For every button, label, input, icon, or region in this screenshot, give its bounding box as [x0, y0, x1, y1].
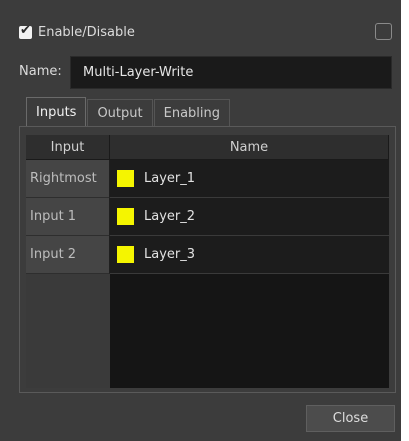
corner-toggle-box[interactable] [375, 23, 392, 40]
layer-name: Layer_1 [144, 171, 196, 186]
color-swatch[interactable] [117, 246, 134, 263]
table-row[interactable]: Rightmost Layer_1 [26, 160, 389, 198]
row-input-label: Rightmost [26, 160, 110, 198]
color-swatch[interactable] [117, 170, 134, 187]
tab-bar: Inputs Output Enabling [26, 97, 231, 126]
color-swatch[interactable] [117, 208, 134, 225]
layer-name: Layer_2 [144, 209, 196, 224]
row-name-cell[interactable]: Layer_1 [110, 160, 389, 198]
row-input-label: Input 2 [26, 236, 110, 274]
row-input-label: Input 1 [26, 198, 110, 236]
row-name-cell[interactable]: Layer_2 [110, 198, 389, 236]
layer-name: Layer_3 [144, 247, 196, 262]
inputs-table: Input Name Rightmost Layer_1 Input 1 Lay… [26, 135, 389, 388]
table-row[interactable]: Input 2 Layer_3 [26, 236, 389, 274]
column-header-name[interactable]: Name [110, 135, 389, 160]
tab-enabling[interactable]: Enabling [153, 99, 230, 126]
name-input[interactable] [70, 56, 392, 89]
row-name-cell[interactable]: Layer_3 [110, 236, 389, 274]
check-icon: ✔ [20, 22, 31, 38]
inputs-tab-content: Input Name Rightmost Layer_1 Input 1 Lay… [19, 126, 396, 393]
enable-checkbox[interactable]: ✔ [19, 23, 32, 39]
column-header-input[interactable]: Input [26, 135, 110, 160]
name-label: Name: [19, 64, 62, 79]
layer-write-panel: ✔ Enable/Disable Name: Inputs Output Ena… [0, 0, 405, 441]
enable-label: Enable/Disable [38, 24, 135, 40]
tab-output[interactable]: Output [87, 99, 153, 126]
tab-inputs[interactable]: Inputs [26, 97, 87, 126]
table-row[interactable]: Input 1 Layer_2 [26, 198, 389, 236]
enable-row[interactable]: ✔ Enable/Disable [19, 22, 135, 42]
close-button[interactable]: Close [306, 405, 395, 432]
